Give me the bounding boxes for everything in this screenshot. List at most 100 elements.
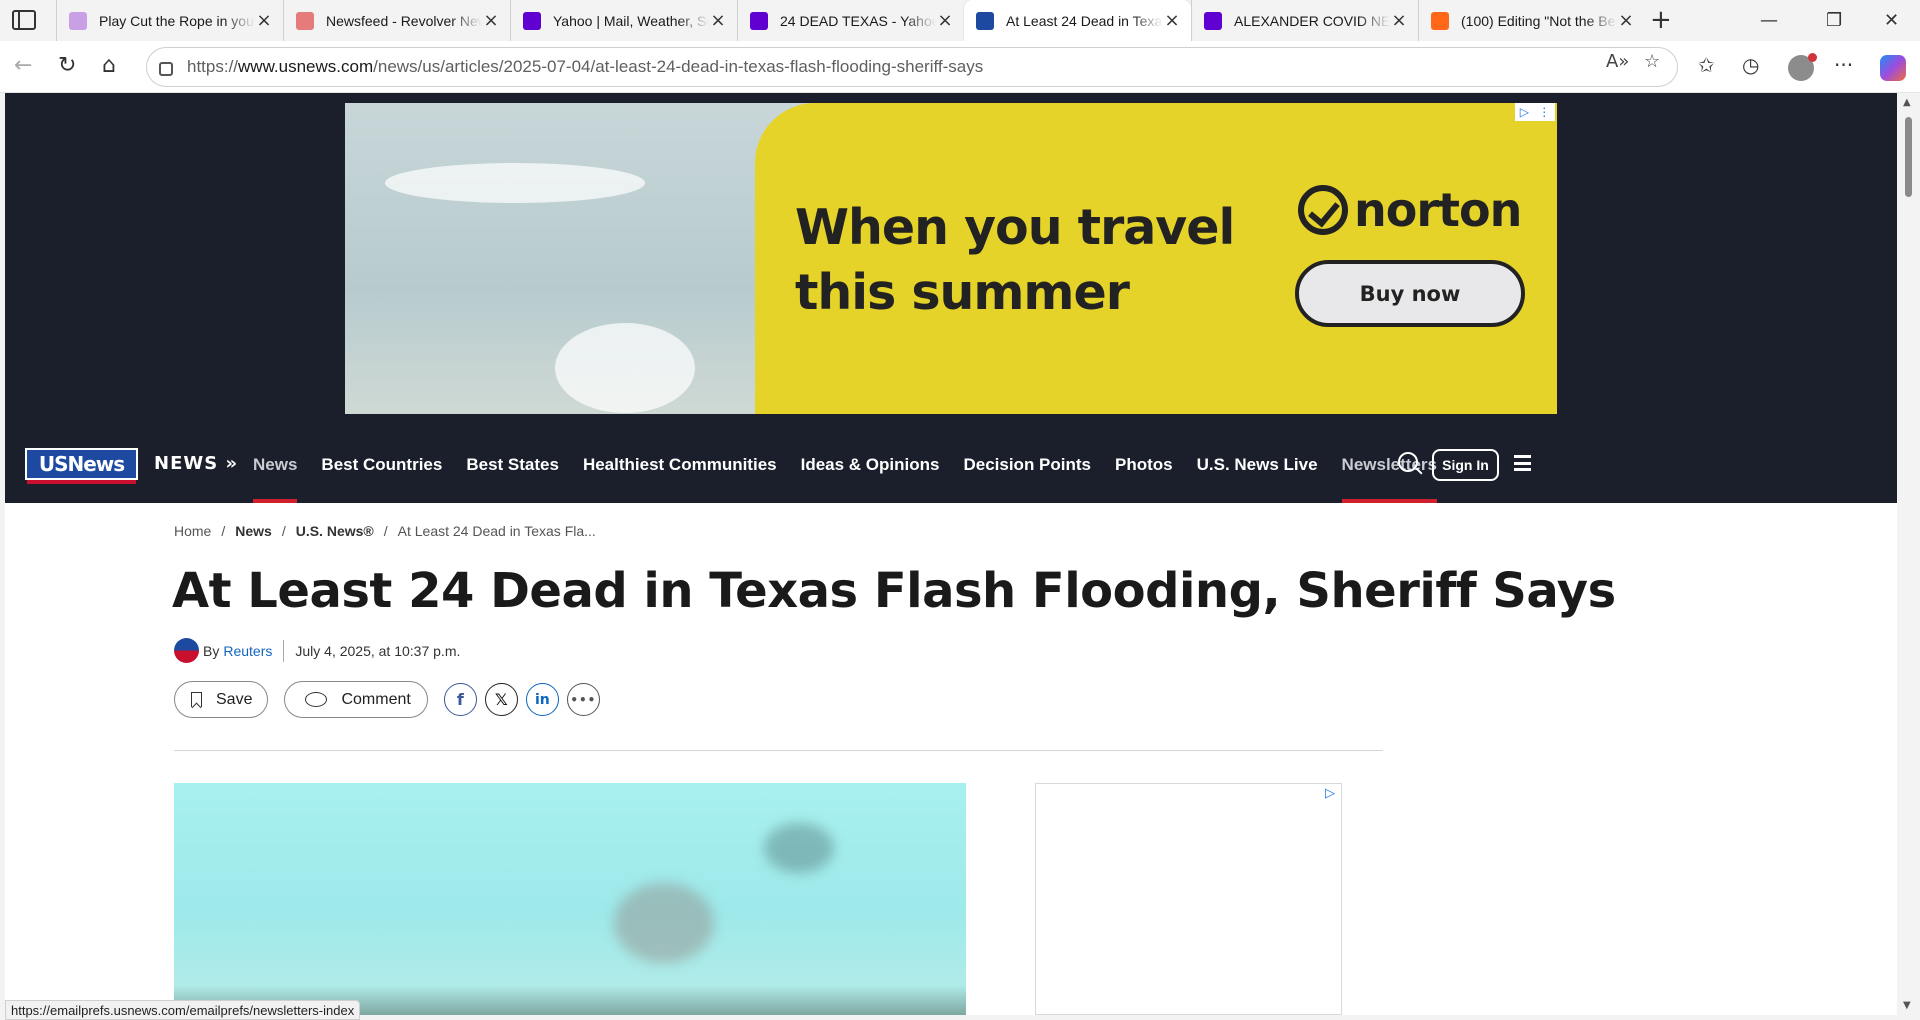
facebook-share-icon[interactable]: f <box>443 683 477 716</box>
url-path: /news/us/articles/2025-07-04/at-least-24… <box>373 57 984 76</box>
tab-close-icon[interactable]: × <box>709 11 727 30</box>
breadcrumb-item[interactable]: Home <box>174 523 211 539</box>
browser-tab[interactable]: 24 DEAD TEXAS - Yahoo Search× <box>737 0 964 41</box>
bookmark-icon <box>191 692 202 707</box>
ad-choices-icon[interactable]: ▷ ⋮ <box>1515 103 1555 121</box>
browser-tab[interactable]: ALEXANDER COVID NEWS× <box>1191 0 1418 41</box>
tab-close-icon[interactable]: × <box>1617 11 1635 30</box>
tab-close-icon[interactable]: × <box>936 11 954 30</box>
url-text[interactable]: https://www.usnews.com/news/us/articles/… <box>187 57 983 77</box>
tab-title: Newsfeed - Revolver News <box>326 12 482 29</box>
ad-yellow-panel: When you travel this summer norton Buy n… <box>755 103 1557 414</box>
history-icon[interactable]: ◷ <box>1742 53 1759 77</box>
breadcrumb-item[interactable]: U.S. News® <box>296 523 374 539</box>
divider <box>174 750 1383 751</box>
tab-title: 24 DEAD TEXAS - Yahoo Search <box>780 12 936 29</box>
tab-strip: Play Cut the Rope in your browser×Newsfe… <box>0 0 1920 41</box>
restore-icon[interactable]: ❐ <box>1826 10 1842 31</box>
nav-link[interactable]: Newsletters <box>1341 426 1438 503</box>
logo-text: USNews <box>38 452 125 476</box>
by-prefix: By <box>203 642 220 659</box>
status-bar-url: https://emailprefs.usnews.com/emailprefs… <box>5 1000 361 1020</box>
checkmark-icon <box>1298 185 1348 235</box>
norton-wordmark: norton <box>1354 183 1522 237</box>
tab-actions-icon[interactable] <box>12 10 36 30</box>
ad-headline: When you travel this summer <box>795 195 1235 325</box>
breadcrumb-item[interactable]: News <box>235 523 272 539</box>
nav-link[interactable]: Best Countries <box>321 426 442 503</box>
page-viewport: When you travel this summer norton Buy n… <box>5 93 1897 1015</box>
back-icon[interactable]: ← <box>14 54 32 78</box>
nav-link[interactable]: U.S. News Live <box>1197 426 1318 503</box>
browser-tab[interactable]: Yahoo | Mail, Weather, Search× <box>510 0 737 41</box>
tab-title: (100) Editing "Not the Bee" <box>1461 12 1617 29</box>
more-menu-icon[interactable]: ··· <box>1834 53 1853 77</box>
page-scrollbar[interactable]: ▲ ▼ <box>1897 93 1920 1015</box>
tab-close-icon[interactable]: × <box>1390 11 1408 30</box>
copilot-icon[interactable] <box>1880 55 1906 81</box>
comment-label: Comment <box>341 690 411 708</box>
article-actions: Save Comment f 𝕏 in ••• <box>174 681 608 718</box>
new-tab-button[interactable]: + <box>1650 7 1672 33</box>
ad-headline-line2: this summer <box>795 264 1130 321</box>
sign-in-button[interactable]: Sign In <box>1432 449 1499 481</box>
tab-title: Yahoo | Mail, Weather, Search <box>553 12 709 29</box>
linkedin-share-icon[interactable]: in <box>525 683 559 716</box>
section-label[interactable]: NEWS » <box>154 453 238 474</box>
close-window-icon[interactable]: ✕ <box>1884 10 1899 31</box>
tab-close-icon[interactable]: × <box>482 11 500 30</box>
nav-link[interactable]: Ideas & Opinions <box>801 426 940 503</box>
sidebar-ad[interactable]: ▷ <box>1035 783 1342 1015</box>
buy-now-button[interactable]: Buy now <box>1295 260 1525 327</box>
author-link[interactable]: Reuters <box>223 643 272 659</box>
tab-close-icon[interactable]: × <box>1163 11 1181 30</box>
ad-cloud <box>385 163 645 203</box>
more-share-icon[interactable]: ••• <box>566 683 600 716</box>
ad-band: When you travel this summer norton Buy n… <box>5 93 1897 426</box>
nav-link[interactable]: Best States <box>466 426 559 503</box>
save-button[interactable]: Save <box>174 681 269 718</box>
refresh-icon[interactable]: ↻ <box>58 54 76 78</box>
scroll-down-icon[interactable]: ▼ <box>1903 1000 1911 1011</box>
search-icon[interactable] <box>1398 452 1418 472</box>
norton-ad[interactable]: When you travel this summer norton Buy n… <box>345 103 1557 414</box>
minimize-icon[interactable]: — <box>1760 10 1778 31</box>
scroll-thumb[interactable] <box>1905 117 1912 197</box>
lock-icon[interactable] <box>159 62 173 76</box>
adchoices-play-icon: ▷ <box>1519 105 1529 119</box>
favorite-star-icon[interactable]: ☆ <box>1644 51 1660 72</box>
home-icon[interactable]: ⌂ <box>102 54 116 78</box>
browser-tab[interactable]: Play Cut the Rope in your browser× <box>56 0 283 41</box>
nav-link[interactable]: Photos <box>1115 426 1173 503</box>
browser-tab[interactable]: At Least 24 Dead in Texas Flash× <box>964 0 1191 41</box>
notification-dot <box>1808 53 1817 62</box>
breadcrumb-separator: / <box>281 523 286 539</box>
logo-stripe <box>27 480 136 484</box>
nav-link[interactable]: Decision Points <box>963 426 1091 503</box>
breadcrumb: Home / News / U.S. News® / At Least 24 Dead in… <box>174 523 596 539</box>
x-share-icon[interactable]: 𝕏 <box>484 683 518 716</box>
comment-button[interactable]: Comment <box>284 681 428 718</box>
yahoo-favicon <box>750 11 768 30</box>
hamburger-menu-icon[interactable] <box>1514 455 1531 471</box>
tab-close-icon[interactable]: × <box>255 11 273 30</box>
butterfly-favicon <box>69 11 87 30</box>
usnews-logo[interactable]: USNews <box>25 448 138 484</box>
browser-tab[interactable]: (100) Editing "Not the Bee" × <box>1418 0 1645 41</box>
yahoo-favicon <box>1204 11 1222 30</box>
browser-tab[interactable]: Newsfeed - Revolver News × <box>283 0 510 41</box>
adchoices-icon[interactable]: ▷ <box>1325 786 1335 801</box>
url-prefix: https:// <box>187 57 239 76</box>
address-bar[interactable]: https://www.usnews.com/news/us/articles/… <box>146 47 1678 87</box>
breadcrumb-item: At Least 24 Dead in Texas Fla... <box>397 523 596 539</box>
scroll-up-icon[interactable]: ▲ <box>1903 97 1911 108</box>
nav-link[interactable]: Healthiest Communities <box>583 426 777 503</box>
browser-toolbar: ← ↻ ⌂ https://www.usnews.com/news/us/art… <box>0 41 1920 93</box>
breadcrumb-separator: / <box>221 523 226 539</box>
ad-headline-line1: When you travel <box>795 199 1235 256</box>
read-aloud-icon[interactable]: A» <box>1606 51 1629 72</box>
nav-link[interactable]: News <box>253 426 298 503</box>
favorites-icon[interactable]: ✩ <box>1698 53 1715 77</box>
revolver-favicon <box>296 11 314 30</box>
site-nav: USNews NEWS » News Best Countries Best Sta… <box>5 426 1897 503</box>
